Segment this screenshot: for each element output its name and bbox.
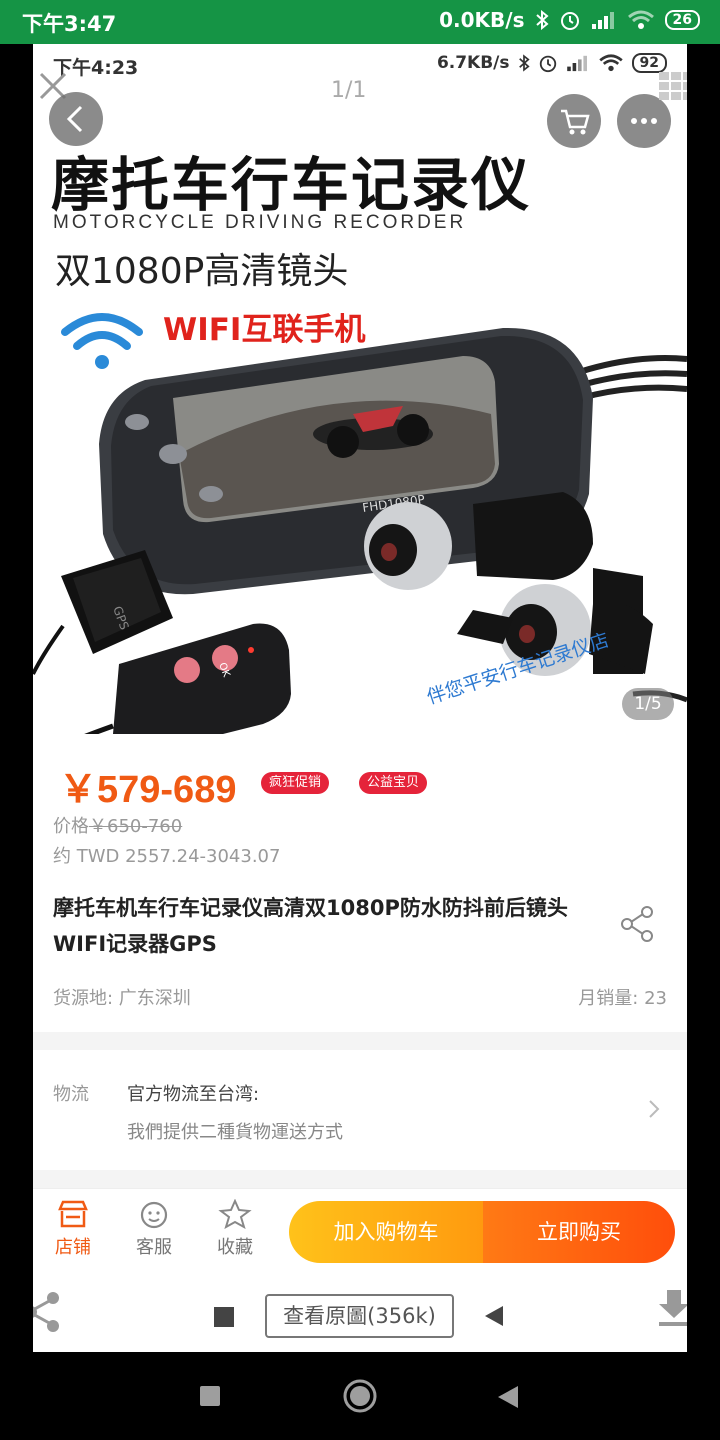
battery-indicator: 26 — [664, 10, 700, 30]
battery-indicator: 92 — [631, 53, 667, 73]
bottom-action-bar: 店铺 客服 收藏 加入购物车 立即购买 — [33, 1188, 687, 1274]
wifi-icon — [598, 54, 623, 72]
logistics-label: 物流 — [53, 1084, 89, 1105]
image-viewer-toolbar: 查看原圖(356k) — [33, 1274, 687, 1352]
shop-button[interactable]: 店铺 — [43, 1199, 103, 1259]
more-dots-icon — [631, 118, 657, 124]
image-subtitle: 双1080P高清镜头 — [55, 251, 349, 292]
wifi-icon — [627, 10, 654, 29]
triangle-left-icon[interactable] — [483, 1304, 505, 1328]
back-button[interactable] — [49, 92, 103, 146]
favorite-label: 收藏 — [217, 1237, 253, 1258]
twd-price: 约 TWD 2557.24-3043.07 — [53, 846, 281, 867]
chat-face-icon — [140, 1201, 168, 1229]
recents-square-icon[interactable] — [199, 1385, 221, 1407]
product-image[interactable]: 摩托车行车记录仪 MOTORCYCLE DRIVING RECORDER 双10… — [33, 84, 687, 734]
image-title-cn: 摩托车行车记录仪 — [51, 151, 532, 219]
status-time: 下午3:47 — [22, 12, 117, 36]
original-price: 价格￥650-760 — [53, 812, 182, 838]
image-index-indicator: 1/5 — [622, 688, 674, 720]
bluetooth-icon — [535, 10, 549, 30]
system-navigation-bar — [0, 1352, 720, 1440]
add-to-cart-button[interactable]: 加入购物车 — [289, 1201, 483, 1263]
section-divider — [33, 1032, 687, 1050]
shop-label: 店铺 — [55, 1237, 91, 1258]
share-icon[interactable] — [33, 1288, 65, 1336]
view-original-button[interactable]: 查看原圖(356k) — [265, 1294, 454, 1338]
system-status-bar: 下午3:47 0.0KB/s 26 — [0, 0, 720, 44]
buy-now-button[interactable]: 立即购买 — [483, 1201, 675, 1263]
grid-view-icon[interactable] — [659, 72, 687, 102]
home-circle-icon[interactable] — [342, 1378, 378, 1414]
bluetooth-icon — [518, 54, 530, 72]
section-divider — [33, 1170, 687, 1188]
download-icon[interactable] — [657, 1288, 687, 1328]
more-button[interactable] — [617, 94, 671, 148]
charity-badge: 公益宝贝 — [359, 772, 428, 794]
product-title: 摩托车机车行车记录仪高清双1080P防水防抖前后镜头WIFI记录器GPS — [53, 896, 568, 956]
logistics-description: 我們提供二種貨物運送方式 — [127, 1122, 343, 1143]
current-price: ￥579-689 — [59, 769, 237, 811]
stop-square-icon[interactable] — [213, 1306, 235, 1328]
product-page-screenshot: 下午4:23 6.7KB/s 92 摩托车行车记录仪 MOTORCYCLE DR… — [33, 44, 687, 1352]
original-price-value: ￥650-760 — [89, 816, 183, 837]
dashcam-device-illustration: FHD1080P GPS OK — [33, 327, 687, 734]
signal-icon — [591, 12, 614, 29]
customer-service-button[interactable]: 客服 — [124, 1199, 184, 1259]
viewer-page-counter: 1/1 — [331, 78, 367, 103]
monthly-sales: 月销量: 23 — [578, 988, 667, 1009]
chevron-left-icon — [66, 105, 83, 133]
shop-icon — [58, 1200, 88, 1228]
cart-button[interactable] — [547, 94, 601, 148]
inner-status-net-speed: 6.7KB/s — [436, 53, 510, 73]
share-icon[interactable] — [619, 904, 655, 944]
original-price-label: 价格 — [53, 816, 89, 837]
star-icon — [218, 1199, 252, 1229]
back-triangle-icon[interactable] — [496, 1384, 520, 1410]
image-title-en: MOTORCYCLE DRIVING RECORDER — [53, 212, 467, 233]
favorite-button[interactable]: 收藏 — [205, 1199, 265, 1259]
alarm-icon — [539, 55, 556, 73]
signal-icon — [566, 55, 587, 72]
product-origin: 货源地: 广东深圳 — [53, 988, 191, 1009]
logistics-title: 官方物流至台湾: — [127, 1084, 260, 1105]
promo-badge: 疯狂促销 — [261, 772, 330, 794]
status-net-speed: 0.0KB/s — [439, 8, 525, 32]
customer-service-label: 客服 — [136, 1237, 172, 1258]
chevron-right-icon — [649, 1100, 660, 1118]
cart-icon — [561, 109, 590, 135]
alarm-icon — [560, 12, 579, 30]
